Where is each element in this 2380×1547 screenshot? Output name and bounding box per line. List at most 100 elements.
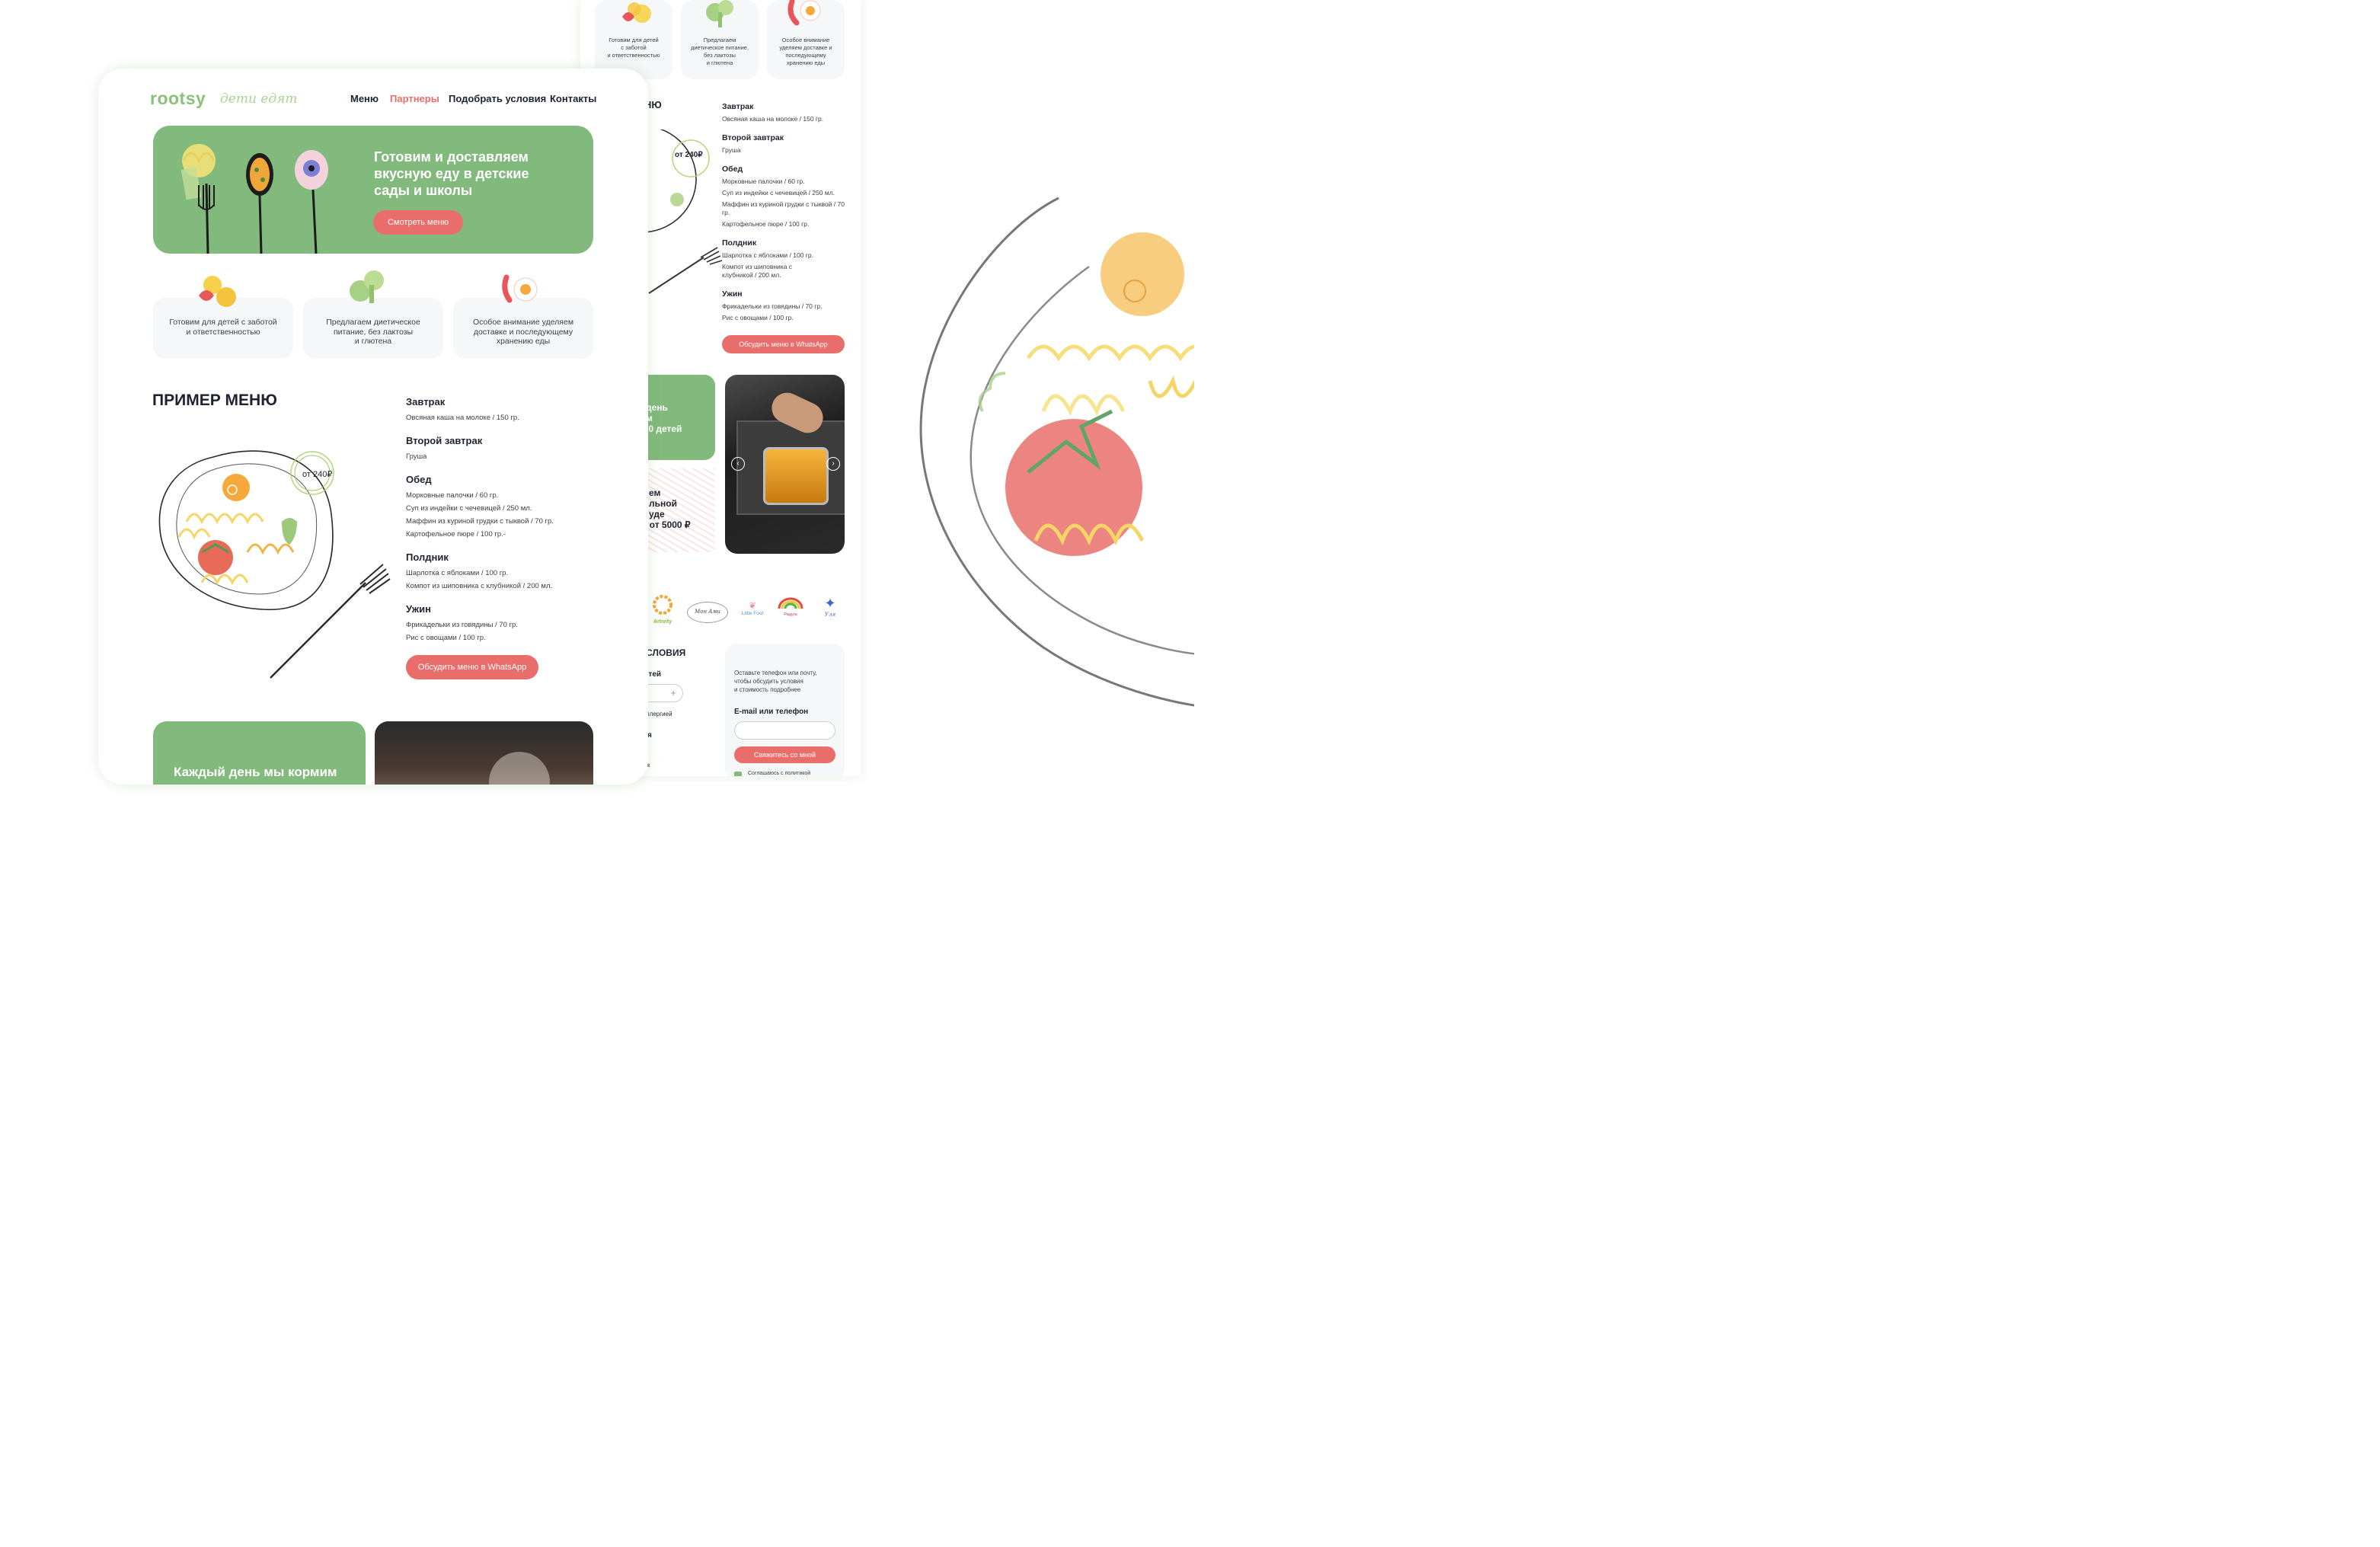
chef-figure	[489, 752, 550, 785]
back-feature-card: Особое внимание уделяем доставке и после…	[767, 0, 845, 79]
fruit-icon	[622, 2, 651, 23]
egg-sausage-icon	[787, 0, 821, 26]
partner-logo-ulya: ✦ Уля	[818, 596, 842, 623]
back-promo-line: уде	[649, 509, 665, 519]
back-price-tag: от 240₽	[675, 151, 703, 159]
back-menu-item: Фрикадельки из говядины / 70 гр.	[722, 302, 823, 310]
menu-item: Маффин из куриной грудки с тыквой / 70 г…	[406, 517, 554, 526]
back-menu-section: Обед	[722, 165, 743, 174]
partner-name: Little Foot	[741, 611, 764, 616]
fruit-icon	[199, 276, 236, 307]
carousel-prev-icon[interactable]: ‹	[731, 457, 745, 471]
consent-checkbox[interactable]	[734, 772, 742, 776]
partner-logo-artivity: Artivity	[650, 594, 675, 625]
plus-icon[interactable]: +	[670, 687, 676, 698]
menu-section-title: Второй завтрак	[406, 435, 483, 446]
bird-icon: ✦	[824, 596, 836, 611]
feature-text: Готовим для детей с заботой и ответствен…	[169, 318, 277, 337]
partner-name: Радуга	[784, 612, 797, 617]
back-feature-text: Готовим для детей с заботой и ответствен…	[607, 37, 660, 59]
partner-logo-monami: Мон Ами	[687, 602, 728, 623]
back-menu-section: Завтрак	[722, 102, 754, 111]
nav-item-menu[interactable]: Меню	[350, 93, 379, 104]
menu-item: Рис с овощами / 100 гр.	[406, 634, 486, 642]
back-allergy-label: ллергией	[646, 711, 672, 718]
kitchen-photo: ‹ ›	[725, 375, 845, 554]
back-menu-item: Компот из шиповника с	[722, 263, 793, 270]
contact-submit-button[interactable]: Свяжитесь со мной	[734, 746, 835, 763]
logo[interactable]: rootsy	[150, 88, 206, 109]
back-menu-section: Полдник	[722, 238, 757, 248]
carousel-next-icon[interactable]: ›	[826, 457, 840, 471]
back-feature-card: Готовим для детей с заботой и ответствен…	[595, 0, 672, 79]
stats-text: Каждый день мы кормим	[174, 765, 337, 779]
plate-closeup-illustration	[919, 197, 1194, 707]
back-whatsapp-button[interactable]: Обсудить меню в WhatsApp	[722, 335, 845, 353]
egg-sausage-icon	[502, 274, 538, 303]
front-page-mockup: rootsy дети едят Меню Партнеры Подобрать…	[98, 69, 648, 785]
utensils-illustration	[180, 144, 328, 254]
menu-section-title: Завтрак	[406, 396, 446, 408]
menu-item: Шарлотка с яблоками / 100 гр.	[406, 569, 509, 577]
menu-item: Овсяная каша на молоке / 150 гр.	[406, 414, 519, 422]
partner-name: Artivity	[653, 619, 672, 625]
price-value: от 240₽	[302, 470, 333, 479]
broccoli-icon	[706, 0, 733, 27]
menu-item: Груша	[406, 452, 427, 461]
contact-form-description: Оставьте телефон или почту, чтобы обсуди…	[734, 670, 817, 693]
view-menu-button[interactable]: Смотреть меню	[373, 210, 463, 235]
partner-name: Уля	[824, 612, 836, 618]
feature-text: Предлагаем диетическое питание, без лакт…	[326, 318, 420, 346]
back-stats-line: день	[646, 402, 668, 413]
back-menu-item: Маффин из куриной грудки с тыквой / 70	[722, 200, 845, 208]
back-menu-section: Ужин	[722, 289, 743, 299]
menu-item: Суп из индейки с чечевицей / 250 мл.	[406, 504, 532, 513]
partner-logo-littlefoot: ❦ Little Foot	[739, 600, 766, 622]
logo-tagline: дети едят	[220, 91, 298, 107]
menu-list: Завтрак Овсяная каша на молоке / 150 гр.…	[406, 396, 634, 642]
menu-item: Компот из шиповника с клубникой / 200 мл…	[406, 582, 553, 590]
whatsapp-menu-button[interactable]: Обсудить меню в WhatsApp	[406, 655, 538, 679]
back-menu-item: клубникой / 200 мл.	[722, 271, 781, 279]
back-menu-section: Второй завтрак	[722, 133, 784, 142]
nav-item-conditions[interactable]: Подобрать условия	[449, 93, 546, 104]
back-promo-line: о от 5000 ₽	[641, 519, 691, 530]
artivity-logo-icon	[653, 595, 672, 615]
partner-logo-raduga: Радуга	[777, 596, 804, 621]
nav-item-contacts[interactable]: Контакты	[550, 93, 596, 104]
rainbow-icon	[778, 597, 803, 609]
menu-item: Фрикадельки из говядины / 70 гр.	[406, 621, 518, 629]
wings-icon: ❦	[748, 600, 757, 611]
back-menu-item: Картофельное пюре / 100 гр.	[722, 220, 810, 228]
consent-label: Соглашаюсь с политикой	[748, 771, 811, 776]
back-menu-item: Овсяная каша на молоке / 150 гр.	[722, 115, 824, 123]
menu-item: Картофельное пюре / 100 гр.-	[406, 530, 506, 539]
back-feature-text: Предлагаем диетическое питание, без лакт…	[690, 37, 749, 66]
plate-illustration	[158, 450, 391, 679]
stats-card: Каждый день мы кормим	[153, 721, 366, 785]
hero-title: Готовим и доставляем вкусную еду в детск…	[374, 149, 529, 198]
contact-input[interactable]	[734, 721, 835, 740]
back-menu-item: Рис с овощами / 100 гр.	[722, 314, 794, 321]
menu-section-title: Полдник	[406, 551, 449, 563]
price-tag: от 240₽	[302, 469, 332, 479]
back-menu-item: Суп из индейки с чечевицей / 250 мл.	[722, 189, 835, 197]
back-promo-line: ем	[649, 487, 661, 498]
kitchen-photo-front	[375, 721, 593, 785]
back-menu-item: Морковные палочки / 60 гр.	[722, 177, 805, 185]
contact-field-label: E-mail или телефон	[734, 708, 809, 716]
back-menu-item: гр.	[722, 209, 730, 216]
nav-item-partners[interactable]: Партнеры	[390, 93, 439, 104]
hero-banner: Готовим и доставляем вкусную еду в детск…	[153, 126, 593, 254]
back-promo-line: льной	[649, 498, 677, 509]
menu-section-title: Обед	[406, 474, 432, 485]
back-menu-item: Шарлотка с яблоками / 100 гр.	[722, 251, 813, 259]
back-feature-text: Особое внимание уделяем доставке и после…	[779, 37, 832, 66]
back-menu-list: Завтрак Овсяная каша на молоке / 150 гр.…	[722, 102, 851, 321]
back-menu-item: Груша	[722, 146, 741, 154]
logo-brand: rootsy	[150, 88, 206, 108]
broccoli-icon	[350, 270, 384, 303]
menu-item: Морковные палочки / 60 гр.	[406, 491, 499, 500]
contact-form-card: Оставьте телефон или почту, чтобы обсуди…	[725, 644, 845, 776]
feature-text: Особое внимание уделяем доставке и после…	[472, 318, 574, 346]
